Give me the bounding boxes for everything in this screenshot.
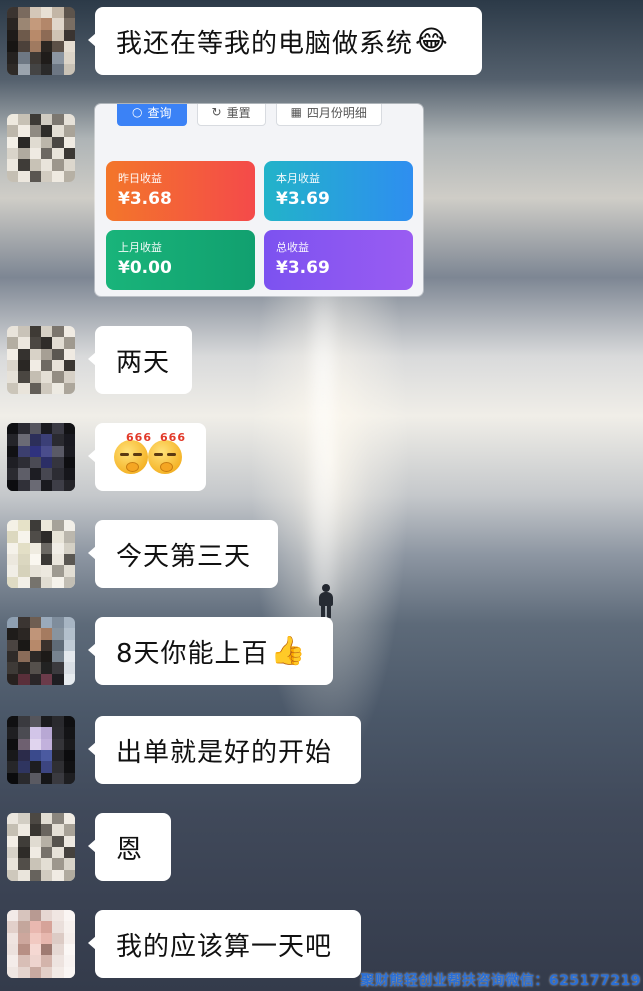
message-bubble[interactable]: 我的应该算一天吧 (88, 910, 361, 978)
chat-message-list: 我还在等我的电脑做系统 😂 ○ 查询 ↻ 重置 ▦ 四月份明细 昨日收益 ¥3.… (0, 0, 643, 991)
calendar-icon: ▦ (290, 105, 302, 119)
message-text: 我的应该算一天吧 (116, 931, 333, 962)
emoji-number: 666 (160, 431, 186, 444)
card-label: 上月收益 (118, 241, 162, 254)
avatar[interactable] (7, 716, 75, 784)
toolbar: ○ 查询 ↻ 重置 ▦ 四月份明细 (117, 104, 382, 126)
reset-button-label: 重置 (226, 105, 251, 120)
message-text: 我还在等我的电脑做系统 (116, 28, 414, 59)
message-bubble[interactable]: 我还在等我的电脑做系统 😂 (88, 7, 482, 75)
avatar[interactable] (7, 910, 75, 978)
thumbs-up-emoji-icon: 👍 (270, 634, 307, 667)
avatar[interactable] (7, 520, 75, 588)
emoji-number: 666 (126, 431, 152, 444)
april-detail-button[interactable]: ▦ 四月份明细 (275, 104, 382, 126)
sticker-pair: 666 666 (114, 431, 185, 474)
reset-button[interactable]: ↻ 重置 (196, 104, 266, 126)
yesterday-earnings-card: 昨日收益 ¥3.68 (106, 161, 255, 221)
thinking-666-emoji-icon: 666 (114, 431, 151, 474)
earnings-screenshot-image[interactable]: ○ 查询 ↻ 重置 ▦ 四月份明细 昨日收益 ¥3.68 本月收益 ¥3.69 … (95, 104, 423, 296)
message-bubble[interactable]: 恩 (88, 813, 171, 881)
avatar[interactable] (7, 617, 75, 685)
avatar[interactable] (7, 114, 75, 182)
message-text: 恩 (116, 834, 144, 865)
card-value: ¥0.00 (118, 258, 172, 278)
message-bubble[interactable]: 两天 (88, 326, 192, 394)
search-icon: ○ (132, 105, 143, 119)
message-bubble[interactable]: 出单就是好的开始 (88, 716, 361, 784)
query-button[interactable]: ○ 查询 (117, 104, 187, 126)
watermark-text: 聚财熊轻创业帮扶咨询微信：625177219 (360, 973, 641, 989)
card-value: ¥3.69 (276, 189, 330, 209)
last-month-earnings-card: 上月收益 ¥0.00 (106, 230, 255, 290)
thinking-666-emoji-icon: 666 (148, 431, 185, 474)
april-detail-button-label: 四月份明细 (306, 105, 367, 120)
card-label: 总收益 (276, 241, 309, 254)
card-value: ¥3.69 (276, 258, 330, 278)
message-bubble[interactable]: 8天你能上百 👍 (88, 617, 333, 685)
this-month-earnings-card: 本月收益 ¥3.69 (264, 161, 413, 221)
tears-of-joy-emoji-icon: 😂 (415, 24, 449, 57)
card-value: ¥3.68 (118, 189, 172, 209)
message-text: 两天 (116, 347, 171, 378)
query-button-label: 查询 (147, 105, 172, 120)
avatar[interactable] (7, 7, 75, 75)
card-label: 本月收益 (276, 172, 320, 185)
avatar[interactable] (7, 423, 75, 491)
earnings-cards: 昨日收益 ¥3.68 本月收益 ¥3.69 上月收益 ¥0.00 总收益 ¥3.… (106, 161, 414, 290)
message-text: 出单就是好的开始 (116, 737, 333, 768)
message-bubble[interactable]: 今天第三天 (88, 520, 278, 588)
total-earnings-card: 总收益 ¥3.69 (264, 230, 413, 290)
avatar[interactable] (7, 326, 75, 394)
avatar[interactable] (7, 813, 75, 881)
card-label: 昨日收益 (118, 172, 162, 185)
message-text: 8天你能上百 (116, 638, 269, 669)
message-bubble[interactable]: 666 666 (88, 423, 206, 491)
refresh-icon: ↻ (211, 105, 222, 119)
message-text: 今天第三天 (116, 541, 252, 572)
